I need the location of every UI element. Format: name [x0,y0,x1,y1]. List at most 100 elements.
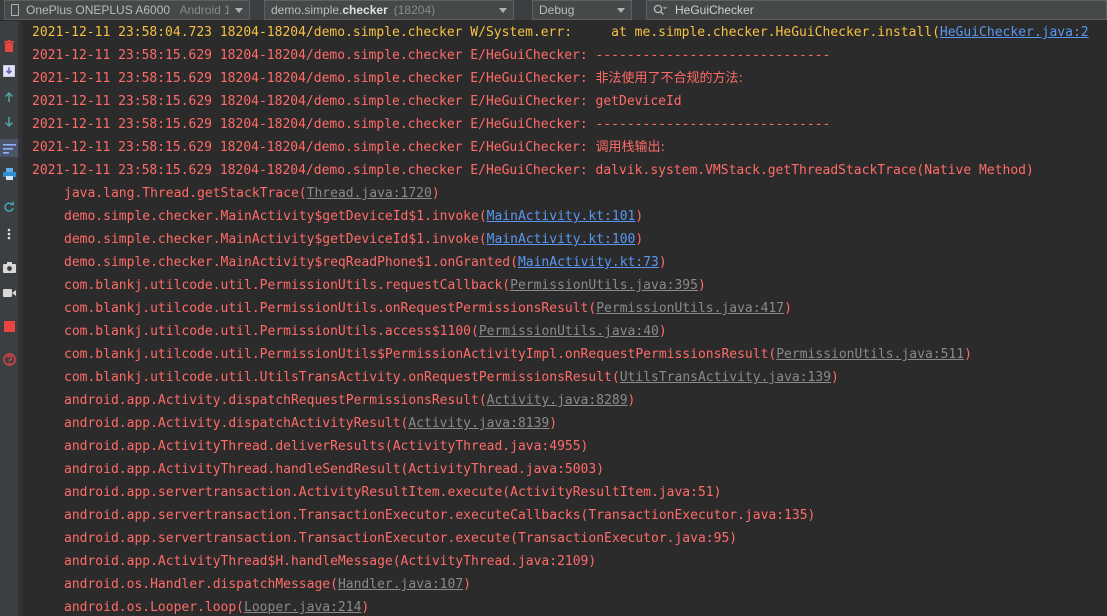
stack-frame-tail: ) [549,416,558,431]
stack-frame-tail: ) [431,186,440,201]
stack-frame-method: com.blankj.utilcode.util.PermissionUtils… [64,324,479,339]
stack-frame-method: android.app.Activity.dispatchRequestPerm… [64,393,487,408]
device-label: OnePlus ONEPLUS A6000 Android 10 [26,3,229,17]
stack-frame-tail: ) [658,255,667,270]
phone-icon [11,4,19,16]
log-prefix: 2021-12-11 23:58:15.629 18204-18204/demo… [32,140,596,155]
process-label: demo.simple.checker (18204) [271,3,493,17]
trash-icon [4,39,14,52]
stack-frame: com.blankj.utilcode.util.PermissionUtils… [64,320,667,343]
scroll-to-end-icon [3,65,15,77]
clear-logcat-button[interactable] [0,37,18,55]
log-line-error: 2021-12-11 23:58:15.629 18204-18204/demo… [32,113,830,136]
stack-frame-method: demo.simple.checker.MainActivity$getDevi… [64,232,487,247]
source-link[interactable]: PermissionUtils.java:417 [596,301,784,316]
stack-frame-method: android.app.Activity.dispatchActivityRes… [64,416,409,431]
screen-capture-button[interactable] [0,258,18,276]
stack-frame-tail: ) [627,393,636,408]
log-prefix: 2021-12-11 23:58:04.723 18204-18204/demo… [32,25,580,40]
stack-frame-method: android.app.ActivityThread$H.handleMessa… [64,554,597,569]
process-prefix: demo.simple. [271,3,343,17]
source-link[interactable]: UtilsTransActivity.java:139 [620,370,831,385]
more-options-button[interactable] [0,225,18,243]
log-prefix: 2021-12-11 23:58:15.629 18204-18204/demo… [32,117,596,132]
scroll-to-end-button[interactable] [0,62,18,80]
log-line-error: 2021-12-11 23:58:15.629 18204-18204/demo… [32,67,743,90]
source-link[interactable]: Activity.java:8139 [408,416,549,431]
source-link[interactable]: PermissionUtils.java:40 [479,324,659,339]
help-button[interactable] [0,350,18,368]
stack-frame-method: demo.simple.checker.MainActivity$reqRead… [64,255,518,270]
stack-frame-tail: ) [361,600,370,615]
source-link[interactable]: MainActivity.kt:100 [487,232,636,247]
process-pid: (18204) [393,3,436,17]
log-message: dalvik.system.VMStack.getThreadStackTrac… [595,163,1034,178]
stack-frame-tail: ) [635,209,644,224]
stack-frame: com.blankj.utilcode.util.PermissionUtils… [64,274,706,297]
stop-button[interactable] [0,317,18,335]
stack-frame-tail: ) [784,301,792,316]
device-dropdown[interactable]: OnePlus ONEPLUS A6000 Android 10 [4,0,250,20]
screenshot-icon [2,261,16,273]
stack-frame: android.app.Activity.dispatchRequestPerm… [64,389,635,412]
source-link[interactable]: MainActivity.kt:73 [518,255,659,270]
stack-frame-method: android.app.servertransaction.Transactio… [64,508,816,523]
up-icon [4,91,14,102]
source-link[interactable]: Handler.java:107 [338,577,463,592]
restart-button[interactable] [0,198,18,216]
source-link[interactable]: Thread.java:1720 [307,186,432,201]
stack-frame-tail: ) [463,577,471,592]
device-name: OnePlus ONEPLUS A6000 [26,3,171,17]
source-link[interactable]: Looper.java:214 [244,600,361,615]
chevron-down-icon [499,7,507,13]
log-prefix: 2021-12-11 23:58:15.629 18204-18204/demo… [32,94,596,109]
log-prefix: 2021-12-11 23:58:15.629 18204-18204/demo… [32,48,596,63]
stack-frame: android.app.ActivityThread.handleSendRes… [64,458,604,481]
log-message: at me.simple.checker.HeGuiChecker.instal… [579,25,940,40]
log-level-dropdown[interactable]: Debug [532,0,632,20]
source-link[interactable]: HeGuiChecker.java:2 [940,25,1089,40]
log-message: 调用栈输出: [595,140,665,155]
log-line-warning: 2021-12-11 23:58:04.723 18204-18204/demo… [32,21,1089,44]
stack-frame-method: android.app.servertransaction.ActivityRe… [64,485,722,500]
screen-record-button[interactable] [0,284,18,302]
more-icon [7,228,11,240]
search-input[interactable]: HeGuiChecker [646,0,1107,20]
source-link[interactable]: Activity.java:8289 [487,393,628,408]
process-highlight: checker [342,3,388,17]
log-prefix: 2021-12-11 23:58:15.629 18204-18204/demo… [32,71,596,86]
search-query: HeGuiChecker [675,3,754,17]
stack-frame-tail: ) [964,347,972,362]
process-dropdown[interactable]: demo.simple.checker (18204) [264,0,514,20]
log-message: ------------------------------ [595,117,831,132]
stack-frame-method: demo.simple.checker.MainActivity$getDevi… [64,209,487,224]
stack-frame: demo.simple.checker.MainActivity$reqRead… [64,251,667,274]
stack-frame: com.blankj.utilcode.util.UtilsTransActiv… [64,366,839,389]
log-level-value: Debug [539,3,575,17]
down-icon [4,117,14,128]
stack-frame: android.app.ActivityThread$H.handleMessa… [64,550,596,573]
stack-frame-method: com.blankj.utilcode.util.PermissionUtils… [64,301,597,316]
source-link[interactable]: PermissionUtils.java:511 [776,347,964,362]
print-button[interactable] [0,165,18,183]
stack-frame-tail: ) [697,278,706,293]
stack-frame: android.os.Looper.loop(Looper.java:214) [64,596,369,616]
log-message: ------------------------------ [595,48,831,63]
source-link[interactable]: MainActivity.kt:101 [487,209,636,224]
print-icon [2,168,16,180]
log-prefix: 2021-12-11 23:58:15.629 18204-18204/demo… [32,163,596,178]
stack-frame: android.app.servertransaction.Transactio… [64,504,815,527]
logcat-sidebar [0,21,19,616]
source-link[interactable]: PermissionUtils.java:395 [510,278,698,293]
stack-frame-tail: ) [658,324,667,339]
logcat-output[interactable]: 2021-12-11 23:58:04.723 18204-18204/demo… [22,21,1107,616]
soft-wrap-button[interactable] [0,139,18,157]
stack-frame-method: com.blankj.utilcode.util.PermissionUtils… [64,278,511,293]
stack-frame-method: android.os.Looper.loop( [64,600,245,615]
log-line-error: 2021-12-11 23:58:15.629 18204-18204/demo… [32,44,830,67]
stop-icon [3,320,15,332]
previous-occurrence-button[interactable] [0,88,18,106]
log-message: getDeviceId [595,94,682,109]
logcat-toolbar: OnePlus ONEPLUS A6000 Android 10 demo.si… [0,0,1107,21]
next-occurrence-button[interactable] [0,113,18,131]
